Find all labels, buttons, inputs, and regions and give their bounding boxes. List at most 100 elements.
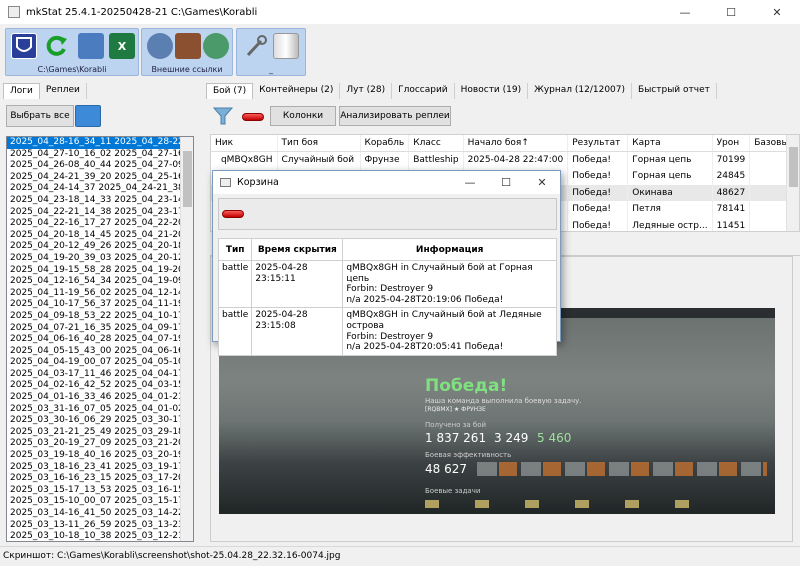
col-info[interactable]: Информация <box>342 238 557 261</box>
log-list-item[interactable]: 2025_04_02-16_42_52 2025_04_03-15_57_18 <box>7 380 193 392</box>
tab-logs[interactable]: Логи <box>3 83 40 99</box>
chat-link-icon[interactable] <box>203 33 229 59</box>
scroll-thumb[interactable] <box>183 151 192 207</box>
results-scrollbar[interactable] <box>786 135 799 231</box>
trash-table[interactable]: Тип Время скрытия Информация battle 2025… <box>217 238 557 356</box>
results-col-0[interactable]: Ник <box>211 135 278 152</box>
col-hidden-time[interactable]: Время скрытия <box>251 238 344 261</box>
external-links-label: Внешние ссылки <box>151 65 223 74</box>
log-list-item[interactable]: 2025_04_12-16_54_34 2025_04_19-09_36_34 <box>7 276 193 288</box>
table-row[interactable]: qMBQx8GH Случайный бой Фрунзе Battleship 202… <box>211 151 799 168</box>
row-time: 2025-04-28 23:15:08 <box>251 307 344 356</box>
dialog-minimize-button[interactable]: — <box>452 171 488 195</box>
log-list-item[interactable]: 2025_04_24-21_39_20 2025_04_25-16_56_58 <box>7 172 193 184</box>
log-list-item[interactable]: 2025_04_22-16_17_27 2025_04_22-20_02_50 <box>7 218 193 230</box>
analyze-replays-button[interactable]: Анализировать реплеи <box>339 106 451 126</box>
table-cell: Петля <box>627 201 713 218</box>
tab-right-1[interactable]: Контейнеры (2) <box>253 83 341 99</box>
log-list-item[interactable]: 2025_04_07-21_16_35 2025_04_09-17_50_45 <box>7 323 193 335</box>
results-col-6[interactable]: Карта <box>627 135 713 152</box>
toolbar-group-links: Внешние ссылки <box>141 28 233 76</box>
table-row[interactable]: battle 2025-04-28 23:15:08 qMBQx8GH in С… <box>217 307 557 356</box>
info-line: n/a 2025-04-28T20:19:06 Победа! <box>346 294 504 305</box>
dialog-close-button[interactable]: ✕ <box>524 171 560 195</box>
columns-button[interactable]: Колонки <box>270 106 336 126</box>
trash-icon[interactable] <box>273 33 299 59</box>
log-list-item[interactable]: 2025_03_30-16_06_29 2025_03_30-17_47_57 <box>7 415 193 427</box>
refresh-icon[interactable] <box>44 33 70 59</box>
log-list-item[interactable]: 2025_03_16-16_23_15 2025_03_17-20_04_04 <box>7 473 193 485</box>
log-list-item[interactable]: 2025_04_09-18_53_22 2025_04_10-17_19_29 <box>7 311 193 323</box>
minimize-button[interactable]: — <box>662 0 708 24</box>
log-scrollbar[interactable] <box>180 137 193 541</box>
log-list-item[interactable]: 2025_03_15-17_13_53 2025_03_16-15_38_28 <box>7 485 193 497</box>
table-cell: 24845 <box>712 168 751 185</box>
tab-right-5[interactable]: Журнал (12/12007) <box>528 83 633 99</box>
hide-pill-icon[interactable] <box>242 113 264 121</box>
log-list-item[interactable]: 2025_03_14-16_41_50 2025_03_14-22_53_47 <box>7 508 193 520</box>
log-list-item[interactable]: 2025_04_26-08_40_44 2025_04_27-09_32_32 <box>7 160 193 172</box>
log-list-item[interactable]: 2025_04_06-16_40_28 2025_04_07-19_23_27 <box>7 334 193 346</box>
log-list-item[interactable]: 2025_03_31-16_07_05 2025_04_01-02_49_41 <box>7 404 193 416</box>
results-col-1[interactable]: Тип боя <box>277 135 361 152</box>
filter-icon[interactable] <box>212 105 234 127</box>
log-list-item[interactable]: 2025_04_28-16_34_11 2025_04_28-22_58_49 <box>7 137 193 149</box>
results-col-5[interactable]: Результат <box>567 135 629 152</box>
globe-link-icon[interactable] <box>147 33 173 59</box>
log-list-item[interactable]: 2025_03_20-19_27_09 2025_03_21-20_24_48 <box>7 438 193 450</box>
log-list-item[interactable]: 2025_04_20-18_14_45 2025_04_21-20_23_34 <box>7 230 193 242</box>
log-list-item[interactable]: 2025_03_15-10_00_07 2025_03_15-17_13_45 <box>7 496 193 508</box>
log-list-item[interactable]: 2025_04_11-19_56_02 2025_04_12-14_45_08 <box>7 288 193 300</box>
screenshots-icon[interactable] <box>78 33 104 59</box>
select-all-button[interactable]: Выбрать все <box>6 105 74 127</box>
log-list[interactable]: 2025_04_28-16_34_11 2025_04_28-22_58_492… <box>6 136 194 542</box>
folder-icon[interactable] <box>75 105 101 127</box>
log-list-item[interactable]: 2025_03_19-18_40_16 2025_03_20-19_13_27 <box>7 450 193 462</box>
close-button[interactable]: ✕ <box>754 0 800 24</box>
results-col-4[interactable]: Начало боя↑ <box>463 135 569 152</box>
tasks-row <box>425 500 715 508</box>
log-list-item[interactable]: 2025_03_13-11_26_59 2025_03_13-23_03_47 <box>7 520 193 532</box>
tab-right-4[interactable]: Новости (19) <box>455 83 529 99</box>
log-list-item[interactable]: 2025_04_01-16_33_46 2025_04_01-21_28_25 <box>7 392 193 404</box>
wrench-icon[interactable] <box>242 33 268 59</box>
log-list-item[interactable]: 2025_03_18-16_23_41 2025_03_19-17_17_51 <box>7 462 193 474</box>
title-bar: mkStat 25.4.1-20250428-21 C:\Games\Korab… <box>0 0 800 24</box>
tab-right-3[interactable]: Глоссарий <box>392 83 455 99</box>
shield-icon[interactable] <box>11 33 37 59</box>
table-row[interactable]: battle 2025-04-28 23:15:11 qMBQx8GH in С… <box>217 259 557 309</box>
table-cell: 78141 <box>712 201 751 218</box>
dialog-maximize-button[interactable]: ☐ <box>488 171 524 195</box>
info-line: Forbin: Destroyer 9 <box>346 284 434 295</box>
results-col-3[interactable]: Класс <box>408 135 464 152</box>
log-list-item[interactable]: 2025_04_10-17_56_37 2025_04_11-19_55_53 <box>7 299 193 311</box>
excel-icon[interactable]: X <box>109 33 135 59</box>
log-list-item[interactable]: 2025_04_03-17_11_46 2025_04_04-17_10_22 <box>7 369 193 381</box>
log-list-item[interactable]: 2025_04_22-21_14_38 2025_04_23-17_29_45 <box>7 207 193 219</box>
table-cell: Battleship <box>408 151 464 168</box>
log-list-item[interactable]: 2025_04_05-15_43_00 2025_04_06-16_01_27 <box>7 346 193 358</box>
log-list-item[interactable]: 2025_03_10-18_10_38 2025_03_12-21_30_43 <box>7 531 193 541</box>
log-list-item[interactable]: 2025_04_04-19_00_07 2025_04_05-10_04_40 <box>7 357 193 369</box>
log-list-item[interactable]: 2025_04_19-20_39_03 2025_04_20-12_49_21 <box>7 253 193 265</box>
info-line: Forbin: Destroyer 9 <box>346 331 434 342</box>
log-list-item[interactable]: 2025_04_20-12_49_26 2025_04_20-18_14_41 <box>7 241 193 253</box>
tab-right-6[interactable]: Быстрый отчет <box>632 83 717 99</box>
restore-pill-icon[interactable] <box>222 210 244 218</box>
log-list-item[interactable]: 2025_04_19-15_58_28 2025_04_19-20_22_31 <box>7 265 193 277</box>
tab-replays[interactable]: Реплеи <box>40 83 87 99</box>
tab-right-0[interactable]: Бой (7) <box>206 83 254 99</box>
containers-link-icon[interactable] <box>175 33 201 59</box>
results-col-2[interactable]: Корабль <box>360 135 410 152</box>
free-xp-value: 5 460 <box>537 431 572 445</box>
log-list-item[interactable]: 2025_04_27-10_16_02 2025_04_27-16_50_29 <box>7 149 193 161</box>
results-col-7[interactable]: Урон <box>712 135 751 152</box>
maximize-button[interactable]: ☐ <box>708 0 754 24</box>
scroll-thumb[interactable] <box>789 147 798 187</box>
log-list-item[interactable]: 2025_03_21-21_25_49 2025_03_29-18_22_00 <box>7 427 193 439</box>
tab-right-2[interactable]: Лут (28) <box>340 83 393 99</box>
log-list-item[interactable]: 2025_04_24-14_37 2025_04_24-21_38_17 <box>7 183 193 195</box>
col-type[interactable]: Тип <box>217 238 253 261</box>
log-list-item[interactable]: 2025_04_23-18_14_33 2025_04_23-14_58_34 <box>7 195 193 207</box>
xp-value: 3 249 <box>494 431 529 445</box>
